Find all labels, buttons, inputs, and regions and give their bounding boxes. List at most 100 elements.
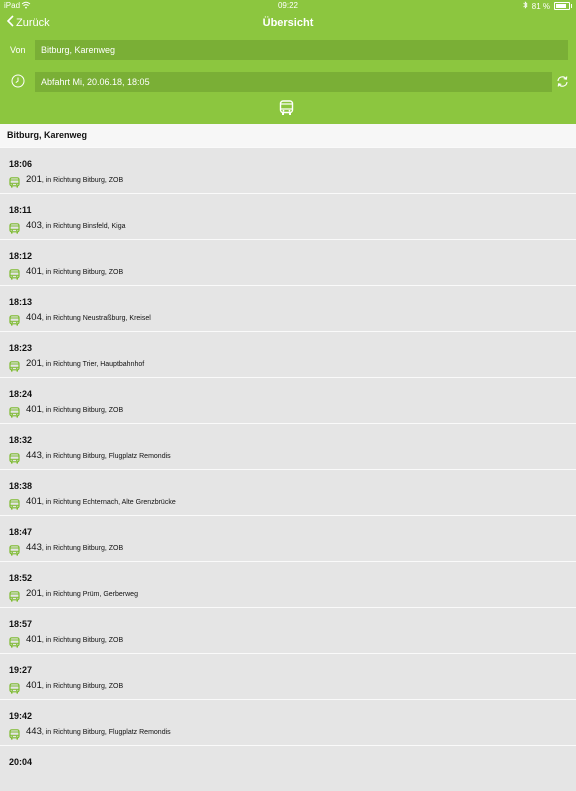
departure-time: 18:24 [9,389,33,399]
line-number: 403 [26,220,42,231]
bus-icon [9,589,20,607]
line-number: 401 [26,680,42,691]
line-number: 401 [26,634,42,645]
bus-icon [9,681,20,699]
refresh-icon[interactable] [556,75,569,93]
departure-desc: 201, in Richtung Bitburg, ZOB [26,174,123,185]
departure-time: 18:38 [9,481,33,491]
departure-row[interactable]: 18:06 201, in Richtung Bitburg, ZOB [0,147,576,193]
line-number: 401 [26,404,42,415]
departure-desc: 401, in Richtung Bitburg, ZOB [26,266,123,277]
page-title: Übersicht [262,17,314,29]
clock-icon[interactable] [11,74,25,93]
departure-desc: 443, in Richtung Bitburg, ZOB [26,542,123,553]
section-header: Bitburg, Karenweg [0,124,576,147]
departure-list: 18:06 201, in Richtung Bitburg, ZOB 18:1… [0,147,576,791]
departure-field[interactable]: Abfahrt Mi, 20.06.18, 18:05 [35,72,552,92]
departure-desc: 443, in Richtung Bitburg, Flugplatz Remo… [26,450,171,461]
bus-icon [9,497,20,515]
direction: , in Richtung Bitburg, ZOB [41,637,124,644]
bus-icon [9,359,20,377]
departure-row[interactable]: 18:47 443, in Richtung Bitburg, ZOB [0,515,576,561]
departure-time: 18:13 [9,297,33,307]
direction: , in Richtung Prüm, Gerberweg [41,591,138,598]
bus-icon [9,175,20,193]
chevron-left-icon [6,15,14,30]
bus-icon [9,405,20,423]
departure-time: 19:27 [9,665,33,675]
departure-row[interactable]: 20:04 [0,745,576,791]
direction: , in Richtung Bitburg, Flugplatz Remondi… [41,729,171,736]
direction: , in Richtung Bitburg, ZOB [41,177,124,184]
departure-row[interactable]: 18:38 401, in Richtung Echternach, Alte … [0,469,576,515]
direction: , in Richtung Bitburg, Flugplatz Remondi… [41,453,171,460]
departure-row[interactable]: 18:12 401, in Richtung Bitburg, ZOB [0,239,576,285]
direction: , in Richtung Echternach, Alte Grenzbrüc… [41,499,176,506]
line-number: 201 [26,588,42,599]
departure-row[interactable]: 18:52 201, in Richtung Prüm, Gerberweg [0,561,576,607]
back-button[interactable]: Zurück [6,15,50,30]
departure-time: 18:23 [9,343,33,353]
back-label: Zurück [16,16,50,29]
battery-icon [554,2,572,10]
line-number: 443 [26,450,42,461]
direction: , in Richtung Bitburg, ZOB [41,407,124,414]
departure-time: 20:04 [9,757,33,767]
direction: , in Richtung Bitburg, ZOB [41,545,124,552]
departure-row[interactable]: 18:32 443, in Richtung Bitburg, Flugplat… [0,423,576,469]
departure-desc: 401, in Richtung Bitburg, ZOB [26,634,123,645]
departure-row[interactable]: 18:24 401, in Richtung Bitburg, ZOB [0,377,576,423]
status-right: 81 % [523,1,572,11]
departure-row[interactable]: 19:42 443, in Richtung Bitburg, Flugplat… [0,699,576,745]
direction: , in Richtung Neustraßburg, Kreisel [41,315,151,322]
bus-mode-icon[interactable] [279,100,294,121]
from-label: Von [10,45,26,55]
direction: , in Richtung Bitburg, ZOB [41,269,124,276]
line-number: 401 [26,496,42,507]
departure-desc: 443, in Richtung Bitburg, Flugplatz Remo… [26,726,171,737]
departure-desc: 401, in Richtung Bitburg, ZOB [26,680,123,691]
bluetooth-icon [523,1,528,11]
direction: , in Richtung Bitburg, ZOB [41,683,124,690]
departure-row[interactable]: 19:27 401, in Richtung Bitburg, ZOB [0,653,576,699]
nav-bar: Zurück Übersicht [0,13,576,35]
departure-desc: 404, in Richtung Neustraßburg, Kreisel [26,312,151,323]
departure-desc: 401, in Richtung Echternach, Alte Grenzb… [26,496,176,507]
departure-time: 18:57 [9,619,33,629]
bus-icon [9,543,20,561]
bus-icon [9,451,20,469]
line-number: 401 [26,266,42,277]
direction: , in Richtung Binsfeld, Kiga [41,223,126,230]
line-number: 443 [26,542,42,553]
departure-desc: 201, in Richtung Prüm, Gerberweg [26,588,138,599]
from-field[interactable]: Bitburg, Karenweg [35,40,568,60]
line-number: 443 [26,726,42,737]
line-number: 404 [26,312,42,323]
departure-row[interactable]: 18:13 404, in Richtung Neustraßburg, Kre… [0,285,576,331]
departure-time: 18:06 [9,159,33,169]
status-bar: iPad 09:22 81 % [0,0,576,12]
departure-time: 18:47 [9,527,33,537]
header: iPad 09:22 81 % Zurück Übersicht Von Bit… [0,0,576,124]
line-number: 201 [26,358,42,369]
departure-desc: 401, in Richtung Bitburg, ZOB [26,404,123,415]
battery-percent: 81 % [531,1,550,11]
bus-icon [9,267,20,285]
battery-level [556,4,566,8]
departure-row[interactable]: 18:11 403, in Richtung Binsfeld, Kiga [0,193,576,239]
bus-icon [9,727,20,745]
departure-row[interactable]: 18:57 401, in Richtung Bitburg, ZOB [0,607,576,653]
departure-desc: 201, in Richtung Trier, Hauptbahnhof [26,358,144,369]
departure-row[interactable]: 18:23 201, in Richtung Trier, Hauptbahnh… [0,331,576,377]
departure-time: 18:12 [9,251,33,261]
direction: , in Richtung Trier, Hauptbahnhof [41,361,145,368]
departure-desc: 403, in Richtung Binsfeld, Kiga [26,220,126,231]
departure-time: 19:42 [9,711,33,721]
status-time: 09:22 [277,1,299,10]
bus-icon [9,635,20,653]
bus-icon [9,221,20,239]
departure-time: 18:11 [9,205,32,215]
departure-time: 18:32 [9,435,33,445]
departure-time: 18:52 [9,573,33,583]
line-number: 201 [26,174,42,185]
